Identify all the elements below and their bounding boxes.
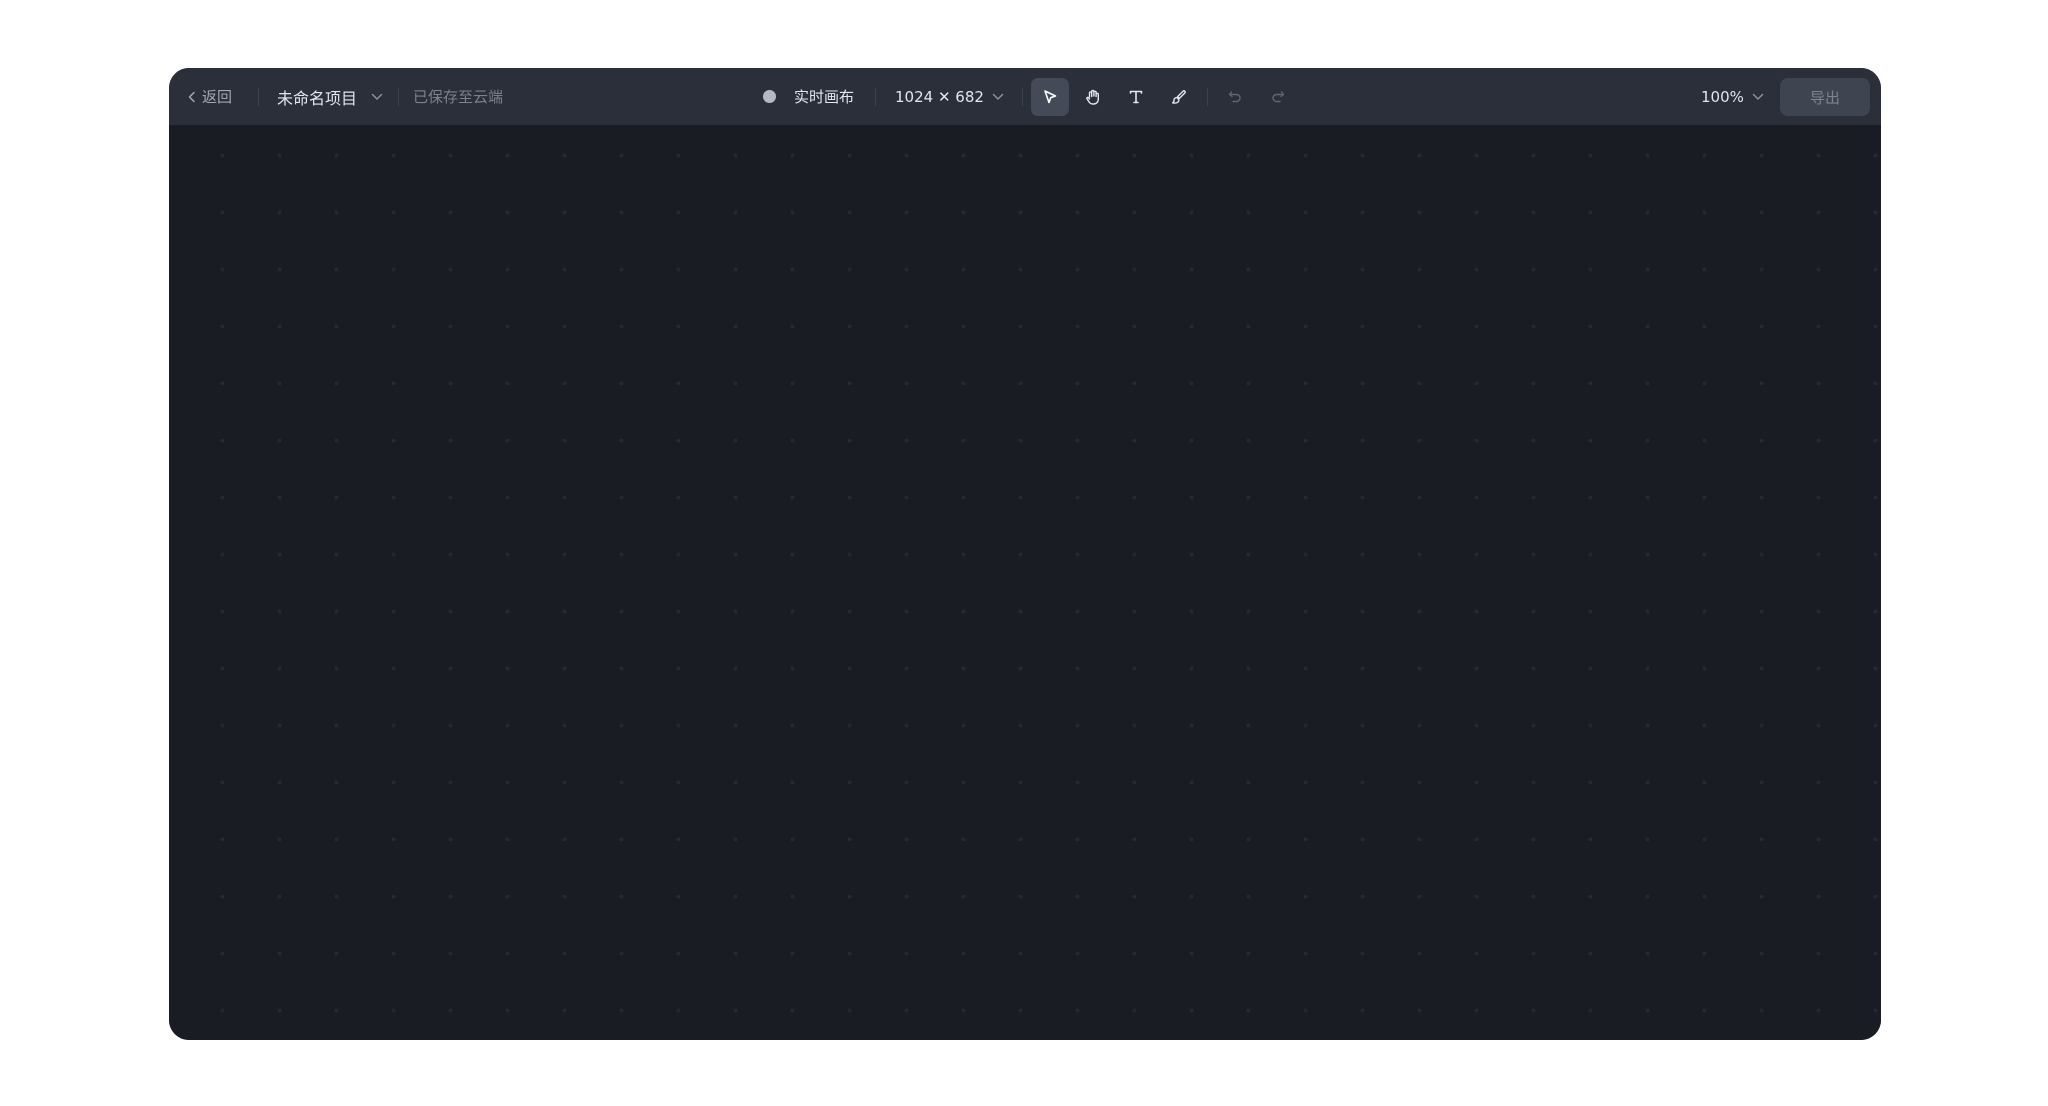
canvas-mode: 实时画布 bbox=[763, 68, 854, 125]
toolbar-divider bbox=[1022, 88, 1023, 106]
undo-button[interactable] bbox=[1216, 78, 1254, 116]
hand-tool[interactable] bbox=[1074, 78, 1112, 116]
canvas-size-dropdown[interactable]: 1024 ✕ 682 bbox=[895, 68, 1004, 125]
canvas-mode-label: 实时画布 bbox=[794, 88, 855, 106]
export-button[interactable]: 导出 bbox=[1780, 78, 1870, 116]
back-label: 返回 bbox=[202, 88, 233, 106]
redo-icon bbox=[1272, 91, 1285, 103]
chevron-left-icon bbox=[188, 91, 195, 102]
canvas-size-label: 1024 ✕ 682 bbox=[895, 87, 984, 106]
chevron-down-icon bbox=[371, 93, 383, 100]
zoom-level: 100% bbox=[1701, 87, 1744, 106]
toolbar-divider bbox=[398, 88, 399, 106]
chevron-down-icon bbox=[1752, 93, 1764, 100]
status-dot-icon bbox=[763, 90, 776, 103]
text-t-icon bbox=[1129, 90, 1143, 104]
brush-tool[interactable] bbox=[1160, 78, 1198, 116]
toolbar-divider bbox=[875, 88, 876, 106]
project-name: 未命名项目 bbox=[277, 88, 358, 108]
canvas-area[interactable] bbox=[169, 125, 1881, 1040]
cursor-arrow-icon bbox=[1044, 90, 1057, 104]
hand-icon bbox=[1086, 89, 1099, 105]
editor-window: 返回 未命名项目 已保存至云端 实时画布 1024 ✕ 682 100% 导出 bbox=[169, 68, 1881, 1040]
toolbar-divider bbox=[1207, 88, 1208, 106]
top-toolbar: 返回 未命名项目 已保存至云端 实时画布 1024 ✕ 682 100% 导出 bbox=[169, 68, 1881, 125]
back-button[interactable]: 返回 bbox=[187, 68, 232, 125]
undo-icon bbox=[1228, 91, 1241, 103]
select-tool[interactable] bbox=[1031, 78, 1069, 116]
zoom-dropdown[interactable]: 100% bbox=[1701, 68, 1764, 125]
save-status: 已保存至云端 bbox=[413, 88, 504, 106]
text-tool[interactable] bbox=[1117, 78, 1155, 116]
brush-icon bbox=[1171, 90, 1186, 104]
toolbar-divider bbox=[258, 88, 259, 106]
chevron-down-icon bbox=[992, 93, 1004, 100]
export-label: 导出 bbox=[1809, 88, 1840, 107]
redo-button[interactable] bbox=[1259, 78, 1297, 116]
project-name-dropdown[interactable]: 未命名项目 bbox=[277, 68, 383, 125]
